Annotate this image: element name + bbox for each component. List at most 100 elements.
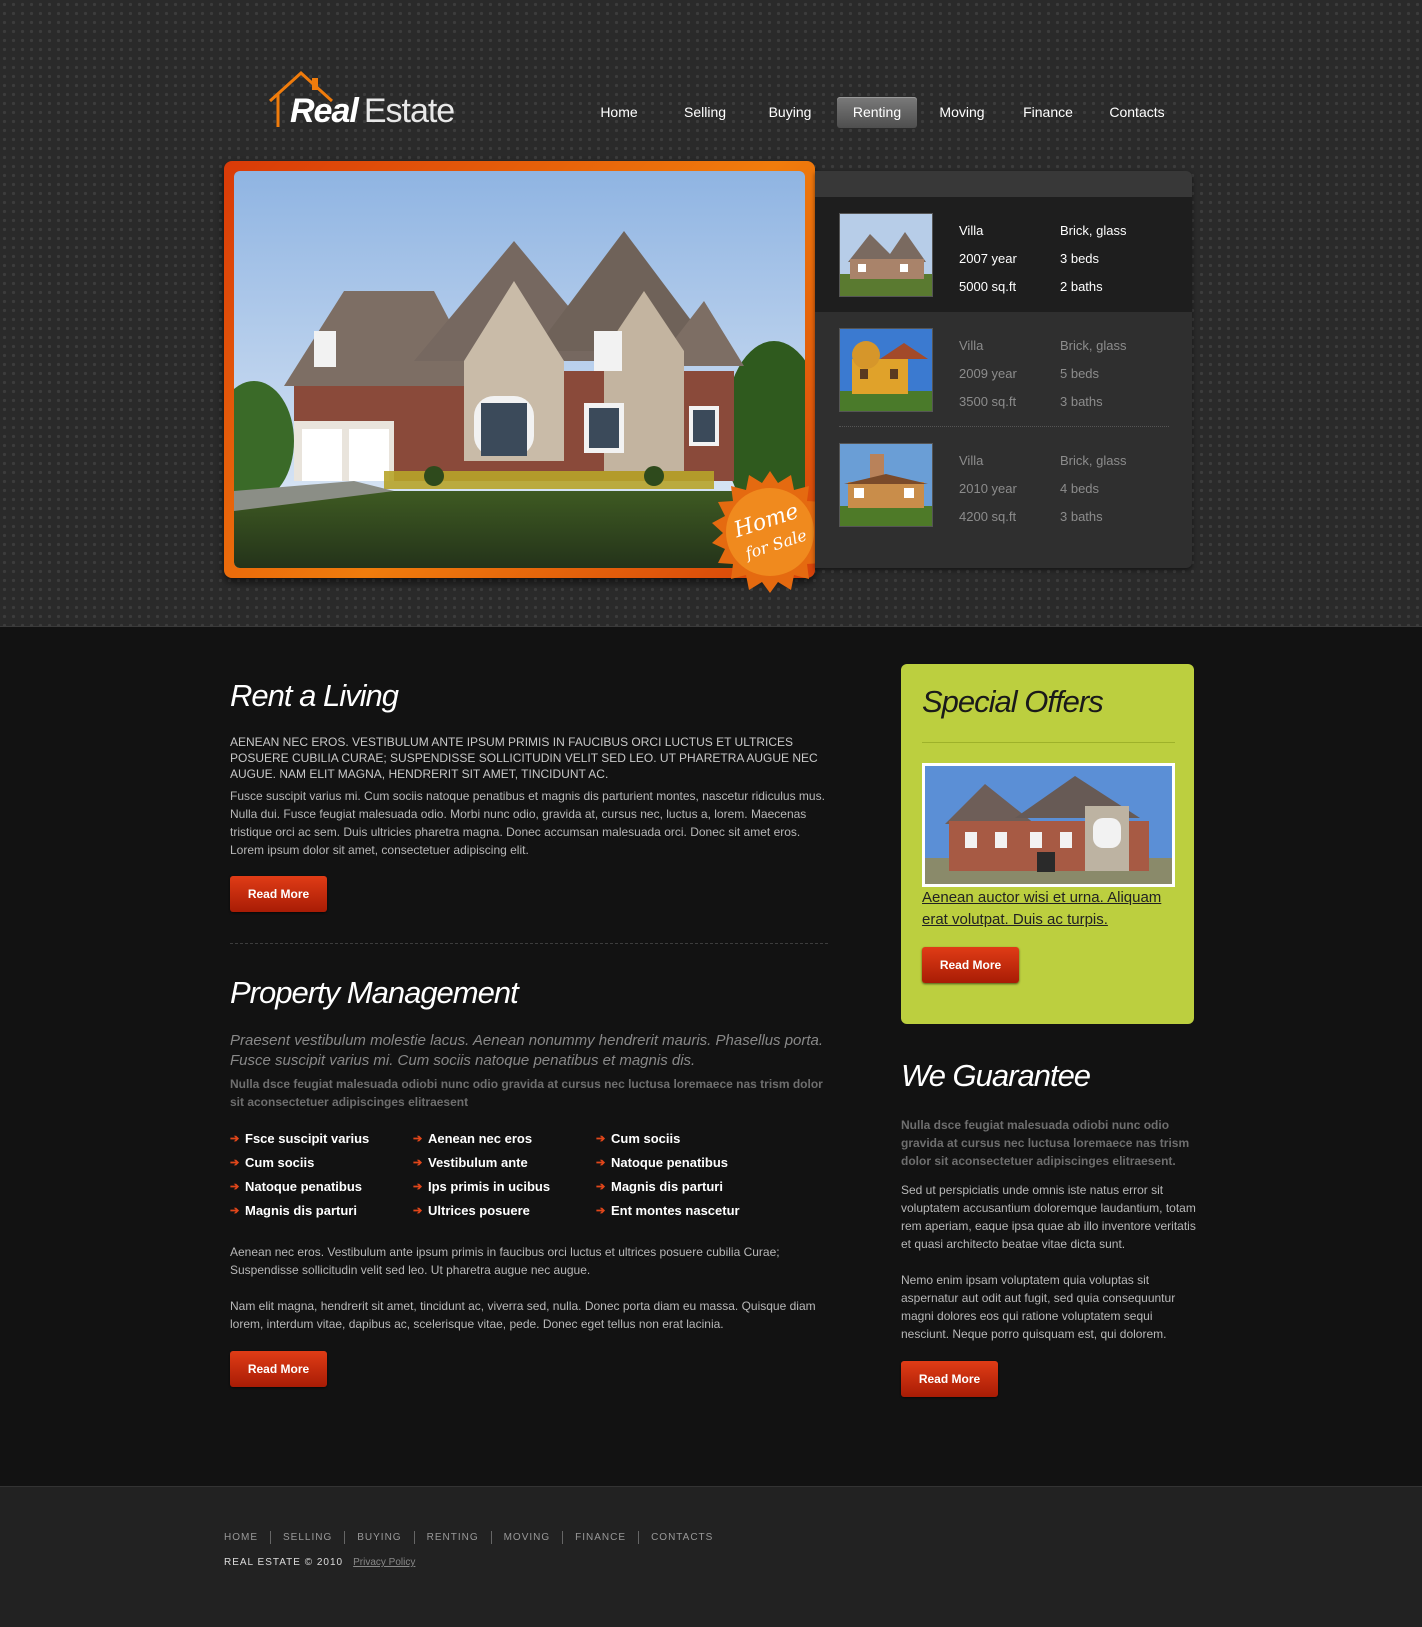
nav-buying[interactable]: Buying (755, 97, 825, 128)
nav-finance[interactable]: Finance (1013, 97, 1083, 128)
property-link[interactable]: ➔ Vestibulum ante (413, 1152, 593, 1174)
listing-3-year: 2010 year (959, 481, 1017, 496)
property-link[interactable]: ➔ Natoque penatibus (230, 1176, 410, 1198)
listing-3-beds: 4 beds (1060, 481, 1100, 496)
arrow-icon: ➔ (230, 1181, 240, 1193)
property-paragraph-1: Aenean nec eros. Vestibulum ante ipsum p… (230, 1245, 780, 1277)
listing-1-year: 2007 year (959, 251, 1017, 266)
offers-title: Special Offers (922, 684, 1104, 719)
arrow-icon: ➔ (596, 1157, 606, 1169)
footer-nav-moving[interactable]: MOVING (504, 1532, 551, 1543)
listing-1-thumbnail[interactable] (839, 213, 933, 297)
property-bold-text: Nulla dsce feugiat malesuada odiobi nunc… (230, 1077, 823, 1109)
listing-1-material: Brick, glass (1060, 223, 1127, 238)
listing-3-area: 4200 sq.ft (959, 509, 1017, 524)
nav-home[interactable]: Home (584, 97, 654, 128)
footer-nav-separator (344, 1531, 346, 1544)
property-title: Property Management (230, 975, 519, 1010)
arrow-icon: ➔ (596, 1181, 606, 1193)
listing-3-baths: 3 baths (1060, 509, 1103, 524)
special-offers-box: Special Offers Aenean auctor wisi et urn… (901, 664, 1194, 1024)
offer-link[interactable]: Aenean auctor wisi et urna. Aliquam erat… (922, 887, 1182, 931)
property-paragraph-2: Nam elit magna, hendrerit sit amet, tinc… (230, 1299, 816, 1331)
footer-nav-separator (490, 1531, 492, 1544)
arrow-icon: ➔ (413, 1157, 423, 1169)
footer-nav-separator (562, 1531, 564, 1544)
property-link[interactable]: ➔ Magnis dis parturi (230, 1200, 410, 1222)
guarantee-paragraph-2: Nemo enim ipsam voluptatem quia voluptas… (901, 1273, 1176, 1341)
footer-nav-home[interactable]: HOME (224, 1532, 258, 1543)
listing-3-features: Brick, glass 4 beds 3 baths (1060, 447, 1126, 531)
footer-nav-renting[interactable]: RENTING (427, 1532, 479, 1543)
property-lead-text: Praesent vestibulum molestie lacus. Aene… (230, 1032, 824, 1069)
listing-2-material: Brick, glass (1060, 338, 1127, 353)
listing-1-specs: Villa 2007 year 5000 sq.ft (959, 217, 1017, 301)
property-link[interactable]: ➔ Natoque penatibus (596, 1152, 776, 1174)
property-read-more-button[interactable]: Read More (230, 1351, 327, 1387)
listing-2-thumbnail[interactable] (839, 328, 933, 412)
offers-divider (922, 742, 1175, 743)
listing-1-type: Villa (959, 223, 984, 238)
logo-text: Real Estate (290, 92, 455, 131)
property-link[interactable]: ➔ Cum sociis (596, 1128, 776, 1150)
listing-2-features: Brick, glass 5 beds 3 baths (1060, 332, 1126, 416)
listing-2-year: 2009 year (959, 366, 1017, 381)
footer-nav-selling[interactable]: SELLING (283, 1532, 332, 1543)
header: Real Estate Home Selling Buying Renting M… (0, 0, 1422, 627)
listing-3-specs: Villa 2010 year 4200 sq.ft (959, 447, 1017, 531)
guarantee-read-more-button[interactable]: Read More (901, 1361, 998, 1397)
listing-2[interactable]: Villa 2009 year 3500 sq.ft Brick, glass … (815, 312, 1192, 427)
nav-renting[interactable]: Renting (837, 97, 917, 128)
listing-1-area: 5000 sq.ft (959, 279, 1017, 294)
arrow-icon: ➔ (413, 1181, 423, 1193)
property-link[interactable]: ➔ Ips primis in ucibus (413, 1176, 593, 1198)
footer-nav-contacts[interactable]: CONTACTS (651, 1532, 713, 1543)
arrow-icon: ➔ (413, 1133, 423, 1145)
nav-moving[interactable]: Moving (927, 97, 997, 128)
arrow-icon: ➔ (230, 1133, 240, 1145)
property-link[interactable]: ➔ Ent montes nascetur (596, 1200, 776, 1222)
offers-read-more-button[interactable]: Read More (922, 947, 1019, 983)
rent-caps-text: AENEAN NEC EROS. VESTIBULUM ANTE IPSUM P… (230, 735, 818, 781)
listing-3[interactable]: Villa 2010 year 4200 sq.ft Brick, glass … (815, 427, 1192, 542)
listings-panel: Villa 2007 year 5000 sq.ft Brick, glass … (815, 171, 1192, 568)
privacy-policy-link[interactable]: Privacy Policy (353, 1557, 415, 1568)
listing-3-type: Villa (959, 453, 984, 468)
listing-3-material: Brick, glass (1060, 453, 1127, 468)
logo-word-real: Real (290, 92, 359, 130)
footer-nav-separator (638, 1531, 640, 1544)
footer: HOME SELLING BUYING RENTING MOVING FINANCE CON… (0, 1486, 1422, 1627)
guarantee-bold-text: Nulla dsce feugiat malesuada odiobi nunc… (901, 1118, 1190, 1168)
rent-read-more-button[interactable]: Read More (230, 876, 327, 912)
listing-1-baths: 2 baths (1060, 279, 1103, 294)
offer-house-photo[interactable] (922, 763, 1175, 887)
logo[interactable]: Real Estate (268, 70, 468, 132)
footer-copyright: REAL ESTATE © 2010 Privacy Policy (224, 1557, 415, 1568)
nav-selling[interactable]: Selling (670, 97, 740, 128)
listing-3-thumbnail[interactable] (839, 443, 933, 527)
property-link[interactable]: ➔ Magnis dis parturi (596, 1176, 776, 1198)
footer-nav-separator (413, 1531, 415, 1544)
arrow-icon: ➔ (230, 1205, 240, 1217)
rent-body-text: Fusce suscipit varius mi. Cum sociis nat… (230, 789, 825, 857)
listing-1-features: Brick, glass 3 beds 2 baths (1060, 217, 1126, 301)
home-for-sale-badge: Home for Sale (709, 471, 831, 593)
arrow-icon: ➔ (413, 1205, 423, 1217)
listing-1[interactable]: Villa 2007 year 5000 sq.ft Brick, glass … (815, 197, 1192, 312)
footer-nav-finance[interactable]: FINANCE (575, 1532, 626, 1543)
property-link[interactable]: ➔ Cum sociis (230, 1152, 410, 1174)
property-link[interactable]: ➔ Ultrices posuere (413, 1200, 593, 1222)
footer-nav-separator (270, 1531, 271, 1544)
nav-contacts[interactable]: Contacts (1099, 97, 1175, 128)
rent-title: Rent a Living (230, 678, 399, 713)
listing-2-type: Villa (959, 338, 984, 353)
copyright-text: REAL ESTATE © 2010 (224, 1557, 344, 1568)
footer-nav: HOME SELLING BUYING RENTING MOVING FINANCE CON… (224, 1531, 713, 1544)
property-link[interactable]: ➔ Fsce suscipit varius (230, 1128, 410, 1150)
listings-panel-header (815, 171, 1192, 197)
section-divider (230, 943, 828, 944)
property-link[interactable]: ➔ Aenean nec eros (413, 1128, 593, 1150)
footer-nav-buying[interactable]: BUYING (357, 1532, 401, 1543)
listing-2-beds: 5 beds (1060, 366, 1100, 381)
listing-2-area: 3500 sq.ft (959, 394, 1017, 409)
